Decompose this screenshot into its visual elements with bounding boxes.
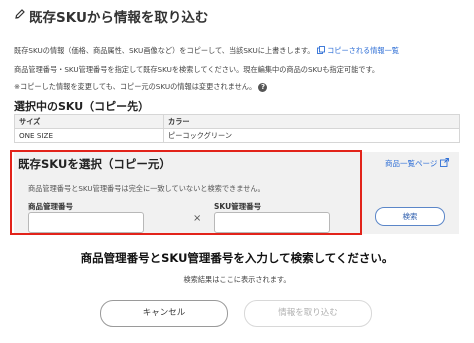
search-button[interactable]: 検索 <box>375 207 445 226</box>
table-row: ONE SIZE ピーコックグリーン <box>14 128 460 143</box>
search-result-placeholder: 検索結果はここに表示されます。 <box>183 275 291 284</box>
search-instruction-message: 商品管理番号とSKU管理番号を入力して検索してください。 <box>80 251 394 265</box>
dialog-title: 既存SKUから情報を取り込む <box>29 10 209 26</box>
copied-info-list-link[interactable]: コピーされる情報一覧 <box>316 46 399 55</box>
description-line-3: ※コピーした情報を変更しても、コピー元のSKUの情報は変更されません。 ? <box>14 82 268 92</box>
cancel-button[interactable]: キャンセル <box>100 300 228 327</box>
selected-sku-table: サイズ カラー ONE SIZE ピーコックグリーン <box>14 114 460 143</box>
cell-color: ピーコックグリーン <box>163 128 460 143</box>
pencil-icon <box>14 8 26 24</box>
table-header-row: サイズ カラー <box>14 114 460 129</box>
description-text-3: ※コピーした情報を変更しても、コピー元のSKUの情報は変更されません。 <box>14 82 257 91</box>
help-icon[interactable]: ? <box>258 82 268 92</box>
external-link-icon <box>439 158 449 168</box>
dialog-title-row: 既存SKUから情報を取り込む <box>14 6 208 26</box>
product-list-page-link[interactable]: 商品一覧ページ <box>385 158 449 169</box>
description-line-2: 商品管理番号・SKU管理番号を指定して既存SKUを検索してください。現在編集中の… <box>14 65 380 74</box>
copied-info-list-label: コピーされる情報一覧 <box>327 46 399 55</box>
column-header-size: サイズ <box>14 114 164 129</box>
column-header-color: カラー <box>163 114 460 129</box>
cell-size: ONE SIZE <box>14 128 164 143</box>
description-text-1: 既存SKUの情報（価格、商品属性、SKU画像など）をコピーして、当該SKUに上書… <box>14 46 315 55</box>
import-info-button[interactable]: 情報を取り込む <box>244 300 372 327</box>
selected-sku-title: 選択中のSKU（コピー先） <box>14 100 150 113</box>
description-line-1: 既存SKUの情報（価格、商品属性、SKU画像など）をコピーして、当該SKUに上書… <box>14 46 399 56</box>
copy-icon <box>316 46 327 55</box>
highlight-box <box>10 150 362 235</box>
product-list-page-label: 商品一覧ページ <box>385 159 438 168</box>
